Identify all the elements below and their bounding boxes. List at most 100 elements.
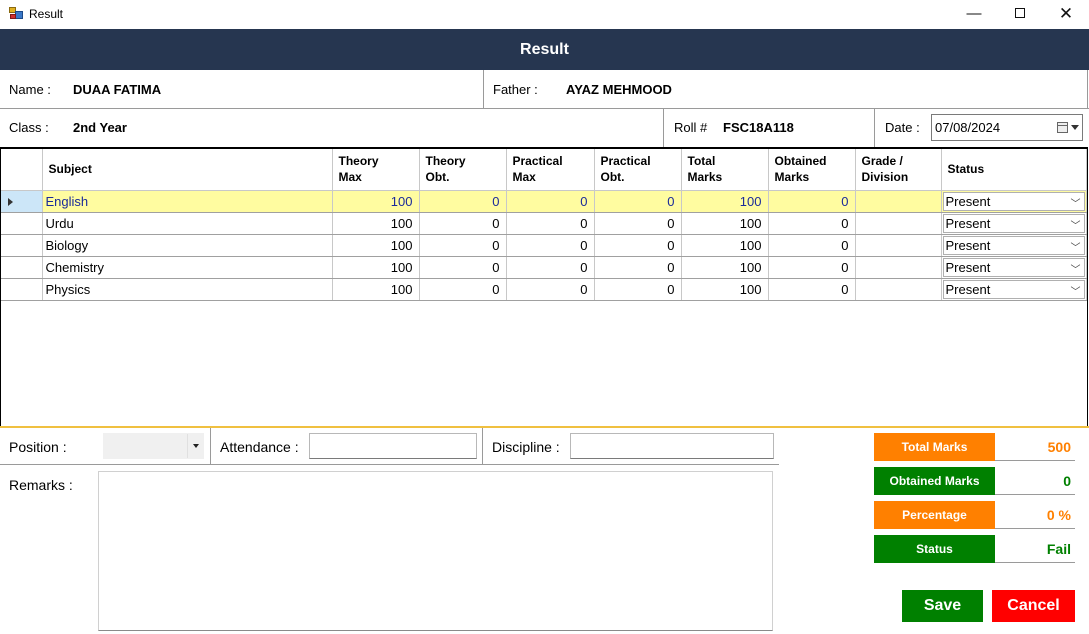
cell-subject[interactable]: Chemistry	[42, 256, 333, 279]
cell-grade[interactable]	[855, 190, 942, 213]
cell-theory-obt[interactable]: 0	[419, 278, 507, 301]
status-value: Present	[945, 281, 991, 297]
position-dropdown[interactable]	[103, 433, 204, 459]
divider	[483, 70, 484, 108]
window-title: Result	[29, 7, 64, 21]
cell-grade[interactable]	[855, 278, 942, 301]
column-header-practical-max[interactable]: Practical Max	[506, 149, 595, 191]
row-header[interactable]	[1, 278, 43, 301]
cell-practical-obt[interactable]: 0	[594, 234, 682, 257]
cell-grade[interactable]	[855, 234, 942, 257]
save-button[interactable]: Save	[902, 590, 983, 622]
table-row[interactable]: Chemistry 100 0 0 0 100 0 Present ﹀	[1, 256, 1087, 279]
marks-grid[interactable]: Subject Theory Max Theory Obt. Practical Ma…	[0, 147, 1088, 427]
cell-obtained[interactable]: 0	[768, 278, 856, 301]
cell-subject[interactable]: Physics	[42, 278, 333, 301]
cell-obtained[interactable]: 0	[768, 212, 856, 235]
cell-theory-max[interactable]: 100	[332, 190, 420, 213]
cell-theory-obt[interactable]: 0	[419, 190, 507, 213]
cell-theory-max[interactable]: 100	[332, 256, 420, 279]
cell-subject[interactable]: Biology	[42, 234, 333, 257]
cell-total[interactable]: 100	[681, 234, 769, 257]
cell-status[interactable]: Present ﹀	[941, 234, 1087, 257]
cell-practical-obt[interactable]: 0	[594, 212, 682, 235]
chevron-down-icon[interactable]: ﹀	[1071, 196, 1081, 212]
column-header-status[interactable]: Status	[941, 149, 1087, 191]
divider	[0, 464, 779, 465]
cell-theory-max[interactable]: 100	[332, 278, 420, 301]
cell-practical-obt[interactable]: 0	[594, 278, 682, 301]
cell-practical-max[interactable]: 0	[506, 212, 595, 235]
row-header-corner	[1, 149, 43, 191]
status-value: Present	[945, 215, 991, 231]
chevron-down-icon[interactable]: ﹀	[1071, 262, 1081, 278]
row-header[interactable]	[1, 234, 43, 257]
divider	[482, 428, 483, 464]
cell-practical-max[interactable]: 0	[506, 190, 595, 213]
chevron-down-icon[interactable]	[187, 434, 203, 458]
status-dropdown[interactable]: Present ﹀	[942, 191, 1085, 212]
close-button[interactable]: ✕	[1043, 0, 1089, 29]
cell-theory-max[interactable]: 100	[332, 234, 420, 257]
minimize-button[interactable]: —	[951, 0, 997, 29]
column-header-practical-obt[interactable]: Practical Obt.	[594, 149, 682, 191]
chevron-down-icon[interactable]	[1071, 125, 1079, 130]
status-dropdown[interactable]: Present ﹀	[942, 279, 1085, 300]
discipline-input[interactable]	[570, 433, 774, 459]
cell-theory-obt[interactable]: 0	[419, 234, 507, 257]
cell-practical-max[interactable]: 0	[506, 234, 595, 257]
cancel-button[interactable]: Cancel	[992, 590, 1075, 622]
cell-total[interactable]: 100	[681, 212, 769, 235]
row-header[interactable]	[1, 190, 43, 213]
remarks-textarea[interactable]	[98, 471, 773, 631]
status-dropdown[interactable]: Present ﹀	[942, 235, 1085, 256]
cell-total[interactable]: 100	[681, 190, 769, 213]
row-header[interactable]	[1, 256, 43, 279]
class-label: Class :	[9, 120, 49, 135]
row-header[interactable]	[1, 212, 43, 235]
cell-theory-obt[interactable]: 0	[419, 212, 507, 235]
table-row[interactable]: Urdu 100 0 0 0 100 0 Present ﹀	[1, 212, 1087, 235]
cell-subject[interactable]: Urdu	[42, 212, 333, 235]
table-row[interactable]: Biology 100 0 0 0 100 0 Present ﹀	[1, 234, 1087, 257]
column-header-theory-max[interactable]: Theory Max	[332, 149, 420, 191]
cell-obtained[interactable]: 0	[768, 256, 856, 279]
cell-total[interactable]: 100	[681, 278, 769, 301]
cell-grade[interactable]	[855, 256, 942, 279]
cell-status[interactable]: Present ﹀	[941, 278, 1087, 301]
column-header-grade[interactable]: Grade / Division	[855, 149, 942, 191]
cell-subject[interactable]: English	[42, 190, 333, 213]
remarks-label: Remarks :	[9, 477, 73, 493]
column-header-theory-obt[interactable]: Theory Obt.	[419, 149, 507, 191]
attendance-input[interactable]	[309, 433, 477, 459]
status-value: Present	[945, 237, 991, 253]
cell-obtained[interactable]: 0	[768, 234, 856, 257]
status-dropdown[interactable]: Present ﹀	[942, 213, 1085, 234]
cell-practical-obt[interactable]: 0	[594, 190, 682, 213]
cell-practical-obt[interactable]: 0	[594, 256, 682, 279]
cell-theory-obt[interactable]: 0	[419, 256, 507, 279]
chevron-down-icon[interactable]: ﹀	[1071, 284, 1081, 300]
cell-practical-max[interactable]: 0	[506, 278, 595, 301]
cell-grade[interactable]	[855, 212, 942, 235]
divider	[1087, 70, 1088, 108]
result-status-value: Fail	[995, 535, 1075, 563]
column-header-subject[interactable]: Subject	[42, 149, 333, 191]
date-value: 07/08/2024	[935, 120, 1001, 135]
column-header-obtained-marks[interactable]: Obtained Marks	[768, 149, 856, 191]
cell-status[interactable]: Present ﹀	[941, 190, 1087, 213]
cell-obtained[interactable]: 0	[768, 190, 856, 213]
cell-status[interactable]: Present ﹀	[941, 212, 1087, 235]
cell-status[interactable]: Present ﹀	[941, 256, 1087, 279]
cell-practical-max[interactable]: 0	[506, 256, 595, 279]
maximize-button[interactable]	[997, 0, 1043, 29]
cell-theory-max[interactable]: 100	[332, 212, 420, 235]
cell-total[interactable]: 100	[681, 256, 769, 279]
chevron-down-icon[interactable]: ﹀	[1071, 218, 1081, 234]
table-row[interactable]: Physics 100 0 0 0 100 0 Present ﹀	[1, 278, 1087, 301]
table-row[interactable]: English 100 0 0 0 100 0 Present ﹀	[1, 190, 1087, 213]
date-picker[interactable]: 07/08/2024	[931, 114, 1083, 141]
chevron-down-icon[interactable]: ﹀	[1071, 240, 1081, 256]
status-dropdown[interactable]: Present ﹀	[942, 257, 1085, 278]
column-header-total-marks[interactable]: Total Marks	[681, 149, 769, 191]
